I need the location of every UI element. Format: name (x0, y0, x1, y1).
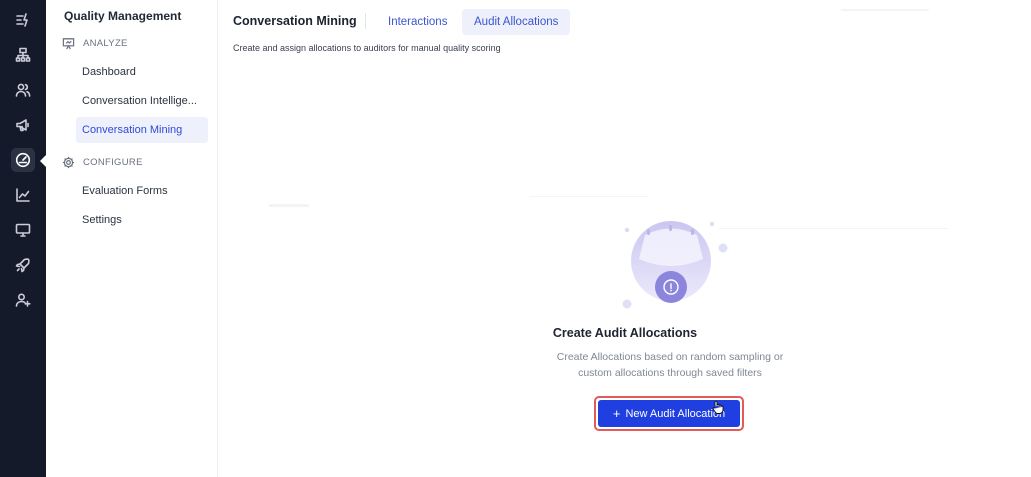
faded-divider (841, 9, 929, 11)
sidebar-item-conversation-mining[interactable]: Conversation Mining (76, 117, 208, 143)
module-sidebar: Quality Management ANALYZE Dashboard Con… (46, 0, 218, 477)
page-title: Conversation Mining (233, 14, 357, 28)
faded-divider (269, 204, 309, 207)
gauge-icon[interactable] (11, 148, 35, 172)
megaphone-icon[interactable] (11, 113, 35, 137)
presentation-icon (62, 38, 75, 50)
sitemap-icon[interactable] (11, 43, 35, 67)
main-content: Conversation Mining Interactions Audit A… (219, 0, 1031, 477)
module-title: Quality Management (64, 9, 182, 23)
sidebar-item-evaluation-forms[interactable]: Evaluation Forms (76, 178, 208, 204)
user-plus-icon[interactable] (11, 288, 35, 312)
monitor-icon[interactable] (11, 218, 35, 242)
lightning-list-icon[interactable] (11, 8, 35, 32)
section-heading: ANALYZE (83, 38, 128, 49)
empty-state-description-line: custom allocations through saved filters (578, 367, 762, 379)
empty-state-title: Create Audit Allocations (552, 326, 698, 340)
info-circle-icon (655, 271, 687, 303)
plus-icon: + (612, 406, 621, 421)
app-rail (0, 0, 46, 477)
faded-divider (719, 228, 949, 229)
page-subtitle: Create and assign allocations to auditor… (233, 43, 501, 53)
section-heading: CONFIGURE (83, 157, 143, 168)
sidebar-item-settings[interactable]: Settings (76, 207, 208, 233)
users-icon[interactable] (11, 78, 35, 102)
tab-audit-allocations[interactable]: Audit Allocations (462, 9, 571, 35)
rocket-icon[interactable] (11, 253, 35, 277)
faded-divider (529, 196, 649, 197)
empty-state-description-line: Create Allocations based on random sampl… (556, 351, 784, 363)
line-chart-icon[interactable] (11, 183, 35, 207)
section-analyze: ANALYZE (62, 37, 128, 50)
sidebar-item-dashboard[interactable]: Dashboard (76, 59, 208, 85)
hand-cursor-icon (712, 400, 724, 414)
header-divider (365, 13, 366, 29)
empty-state-illustration (622, 221, 728, 309)
tab-interactions[interactable]: Interactions (376, 9, 459, 35)
sidebar-item-conversation-intelligence[interactable]: Conversation Intellige... (76, 88, 208, 114)
section-configure: CONFIGURE (62, 156, 143, 169)
empty-state-description: Create Allocations based on random sampl… (219, 349, 1031, 381)
gear-icon (62, 156, 75, 169)
button-label: New Audit Allocation (625, 407, 726, 420)
